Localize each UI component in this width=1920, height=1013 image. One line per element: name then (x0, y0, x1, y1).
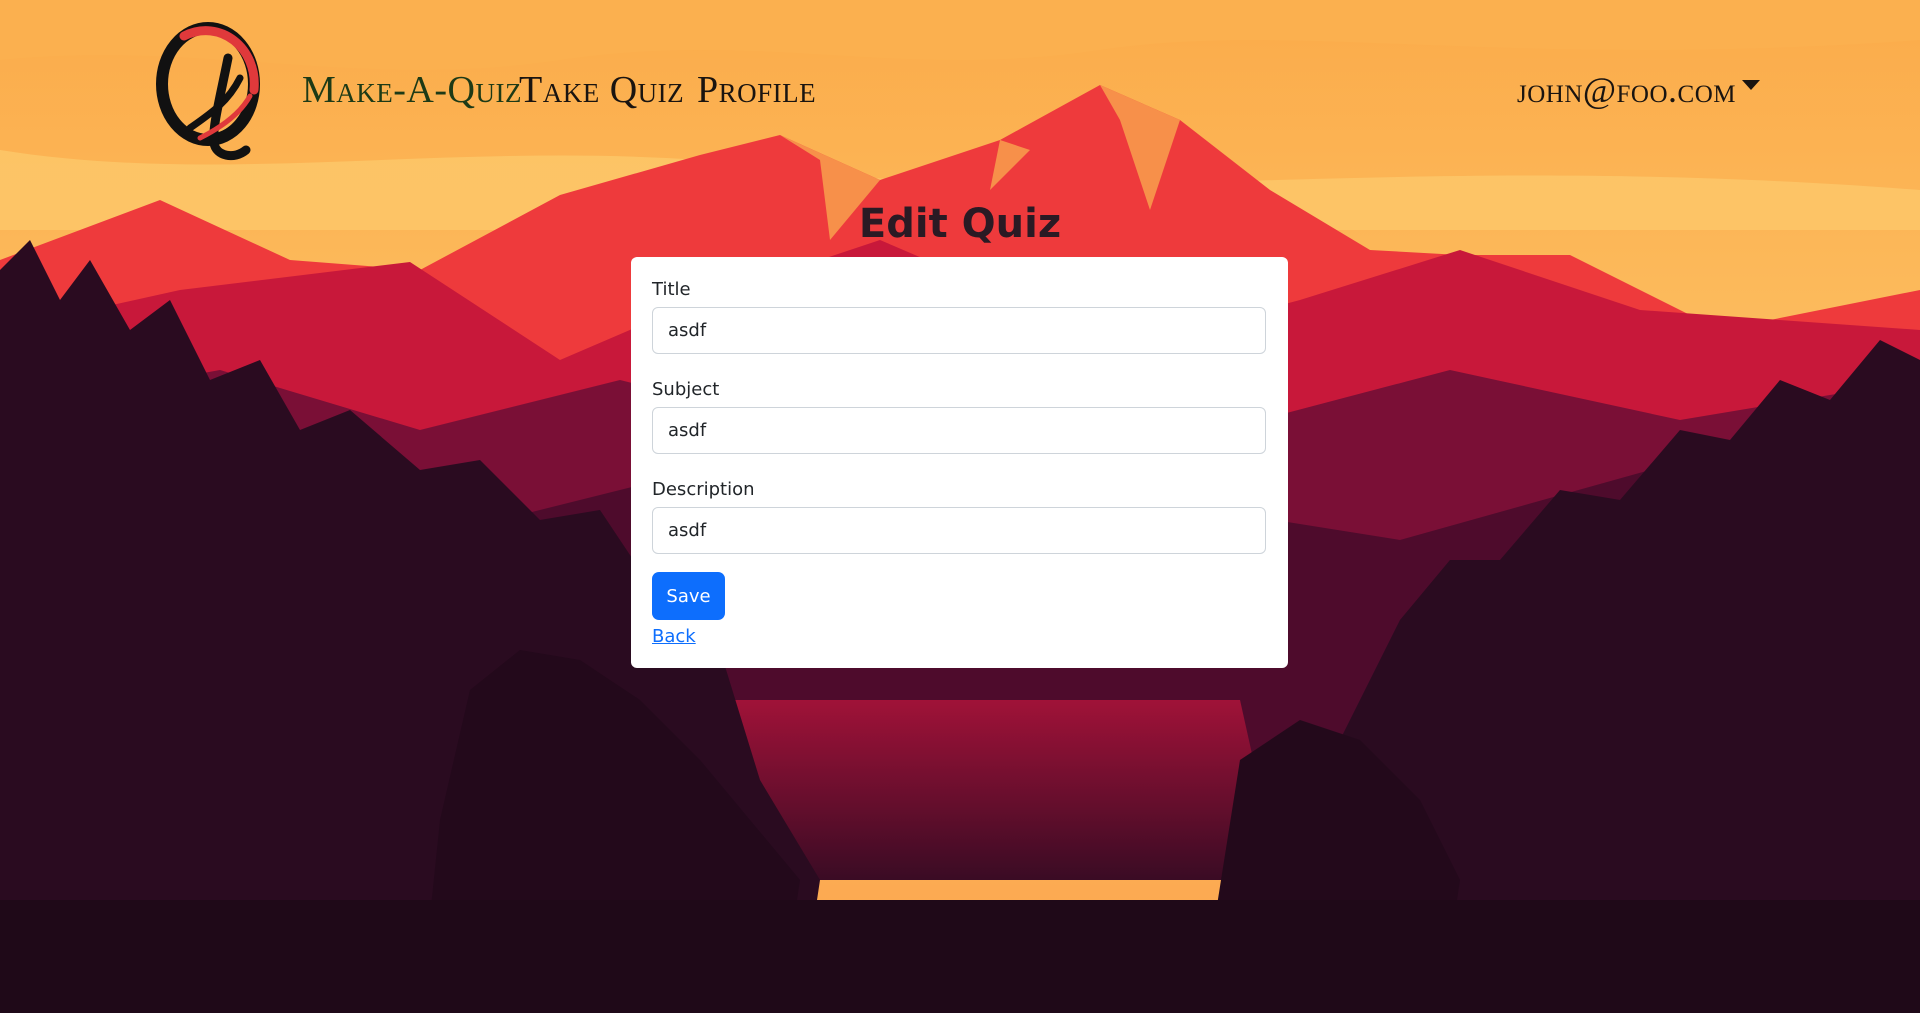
description-input[interactable] (652, 507, 1266, 554)
caret-down-icon (1742, 80, 1760, 90)
navbar: Make-A-Quiz Take Quiz Profile john@foo.c… (0, 0, 1920, 180)
back-link[interactable]: Back (652, 625, 696, 649)
nav-make-a-quiz-link[interactable]: Make-A-Quiz (302, 70, 522, 110)
title-field-group: Title (652, 279, 1267, 354)
page-title: Edit Quiz (858, 201, 1062, 247)
subject-input[interactable] (652, 407, 1266, 454)
subject-label: Subject (652, 379, 720, 400)
title-input[interactable] (652, 307, 1266, 354)
title-label: Title (652, 279, 691, 300)
description-label: Description (652, 479, 755, 500)
edit-quiz-form: Title Subject Description Save Back (631, 257, 1288, 668)
description-field-group: Description (652, 479, 1267, 554)
nav-take-quiz-link[interactable]: Take Quiz (519, 70, 684, 110)
save-button[interactable]: Save (652, 572, 725, 620)
user-menu-dropdown[interactable]: john@foo.com (1517, 70, 1760, 110)
nav-profile-link[interactable]: Profile (697, 70, 816, 110)
subject-field-group: Subject (652, 379, 1267, 454)
quiz-logo-icon[interactable] (150, 18, 270, 163)
user-email: john@foo.com (1516, 70, 1736, 110)
